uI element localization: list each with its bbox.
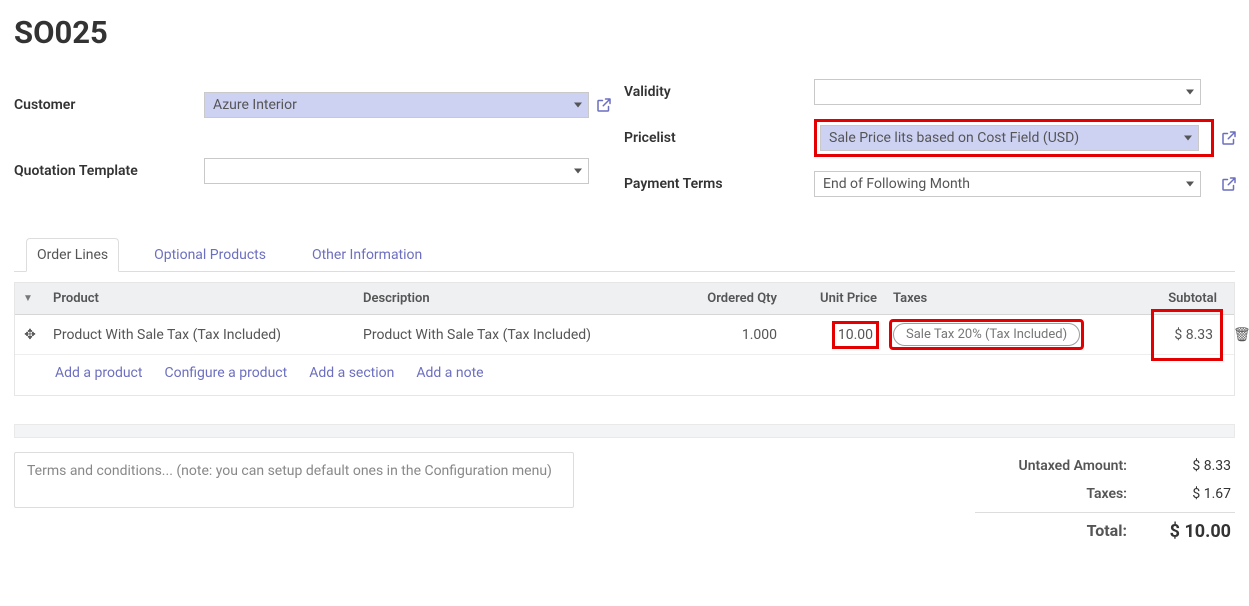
order-lines-grid: ▼ Product Description Ordered Qty Unit P… <box>14 282 1235 396</box>
customer-label: Customer <box>14 97 204 113</box>
col-taxes: Taxes <box>885 283 1115 314</box>
total-value: $ 10.00 <box>1161 521 1231 542</box>
table-row[interactable]: ✥ Product With Sale Tax (Tax Included) P… <box>15 315 1234 354</box>
configure-product-link[interactable]: Configure a product <box>164 365 287 381</box>
row-product[interactable]: Product With Sale Tax (Tax Included) <box>45 319 355 351</box>
tab-order-lines[interactable]: Order Lines <box>26 238 119 272</box>
pricelist-select[interactable]: Sale Price lits based on Cost Field (USD… <box>820 125 1199 151</box>
row-taxes[interactable]: Sale Tax 20% (Tax Included) <box>885 315 1115 354</box>
chevron-down-icon <box>574 103 582 108</box>
customer-external-link-icon[interactable] <box>595 96 613 114</box>
sort-icon[interactable]: ▼ <box>15 285 45 312</box>
terms-textarea[interactable]: Terms and conditions... (note: you can s… <box>14 452 574 508</box>
total-label: Total: <box>1087 521 1127 542</box>
row-qty[interactable]: 1.000 <box>645 319 785 351</box>
add-note-link[interactable]: Add a note <box>416 365 483 381</box>
add-product-link[interactable]: Add a product <box>55 365 142 381</box>
chevron-down-icon <box>1186 182 1194 187</box>
payment-external-link-icon[interactable] <box>1220 175 1244 193</box>
template-label: Quotation Template <box>14 163 204 179</box>
chevron-down-icon <box>1186 90 1194 95</box>
customer-value: Azure Interior <box>213 97 297 113</box>
delete-row-icon[interactable]: 🗑 <box>1225 319 1243 351</box>
payment-label: Payment Terms <box>624 176 814 192</box>
unit-price-value: 10.00 <box>838 327 873 343</box>
tab-optional-products[interactable]: Optional Products <box>143 238 277 272</box>
pricelist-value: Sale Price lits based on Cost Field (USD… <box>829 130 1079 146</box>
pricelist-external-link-icon[interactable] <box>1220 129 1244 147</box>
row-unit-price[interactable]: 10.00 <box>785 317 885 353</box>
col-unit-price: Unit Price <box>785 283 885 314</box>
col-description: Description <box>355 283 645 314</box>
col-product: Product <box>45 283 355 314</box>
payment-value: End of Following Month <box>823 176 970 192</box>
template-select[interactable] <box>204 158 589 184</box>
add-section-link[interactable]: Add a section <box>309 365 394 381</box>
tab-other-information[interactable]: Other Information <box>301 238 433 272</box>
pricelist-label: Pricelist <box>624 130 814 146</box>
taxes-value: $ 1.67 <box>1161 486 1231 502</box>
pricelist-highlight: Sale Price lits based on Cost Field (USD… <box>814 119 1214 157</box>
row-description[interactable]: Product With Sale Tax (Tax Included) <box>355 319 645 351</box>
untaxed-value: $ 8.33 <box>1161 458 1231 474</box>
chevron-down-icon <box>1184 136 1192 141</box>
validity-label: Validity <box>624 84 814 100</box>
col-subtotal: Subtotal <box>1115 283 1225 314</box>
col-qty: Ordered Qty <box>645 283 785 314</box>
page-title: SO025 <box>14 14 1235 51</box>
terms-placeholder: Terms and conditions... (note: you can s… <box>27 463 552 479</box>
divider <box>14 424 1235 438</box>
untaxed-label: Untaxed Amount: <box>1019 458 1128 474</box>
chevron-down-icon <box>574 169 582 174</box>
tax-pill[interactable]: Sale Tax 20% (Tax Included) <box>893 323 1080 346</box>
totals-block: Untaxed Amount: $ 8.33 Taxes: $ 1.67 Tot… <box>975 452 1235 548</box>
tabs: Order Lines Optional Products Other Info… <box>14 237 1235 272</box>
row-subtotal: $ 8.33 <box>1115 317 1225 353</box>
taxes-label: Taxes: <box>1086 486 1127 502</box>
drag-handle-icon[interactable]: ✥ <box>15 319 45 351</box>
payment-select[interactable]: End of Following Month <box>814 171 1201 197</box>
customer-select[interactable]: Azure Interior <box>204 92 589 118</box>
subtotal-value: $ 8.33 <box>1174 327 1213 343</box>
validity-select[interactable] <box>814 79 1201 105</box>
